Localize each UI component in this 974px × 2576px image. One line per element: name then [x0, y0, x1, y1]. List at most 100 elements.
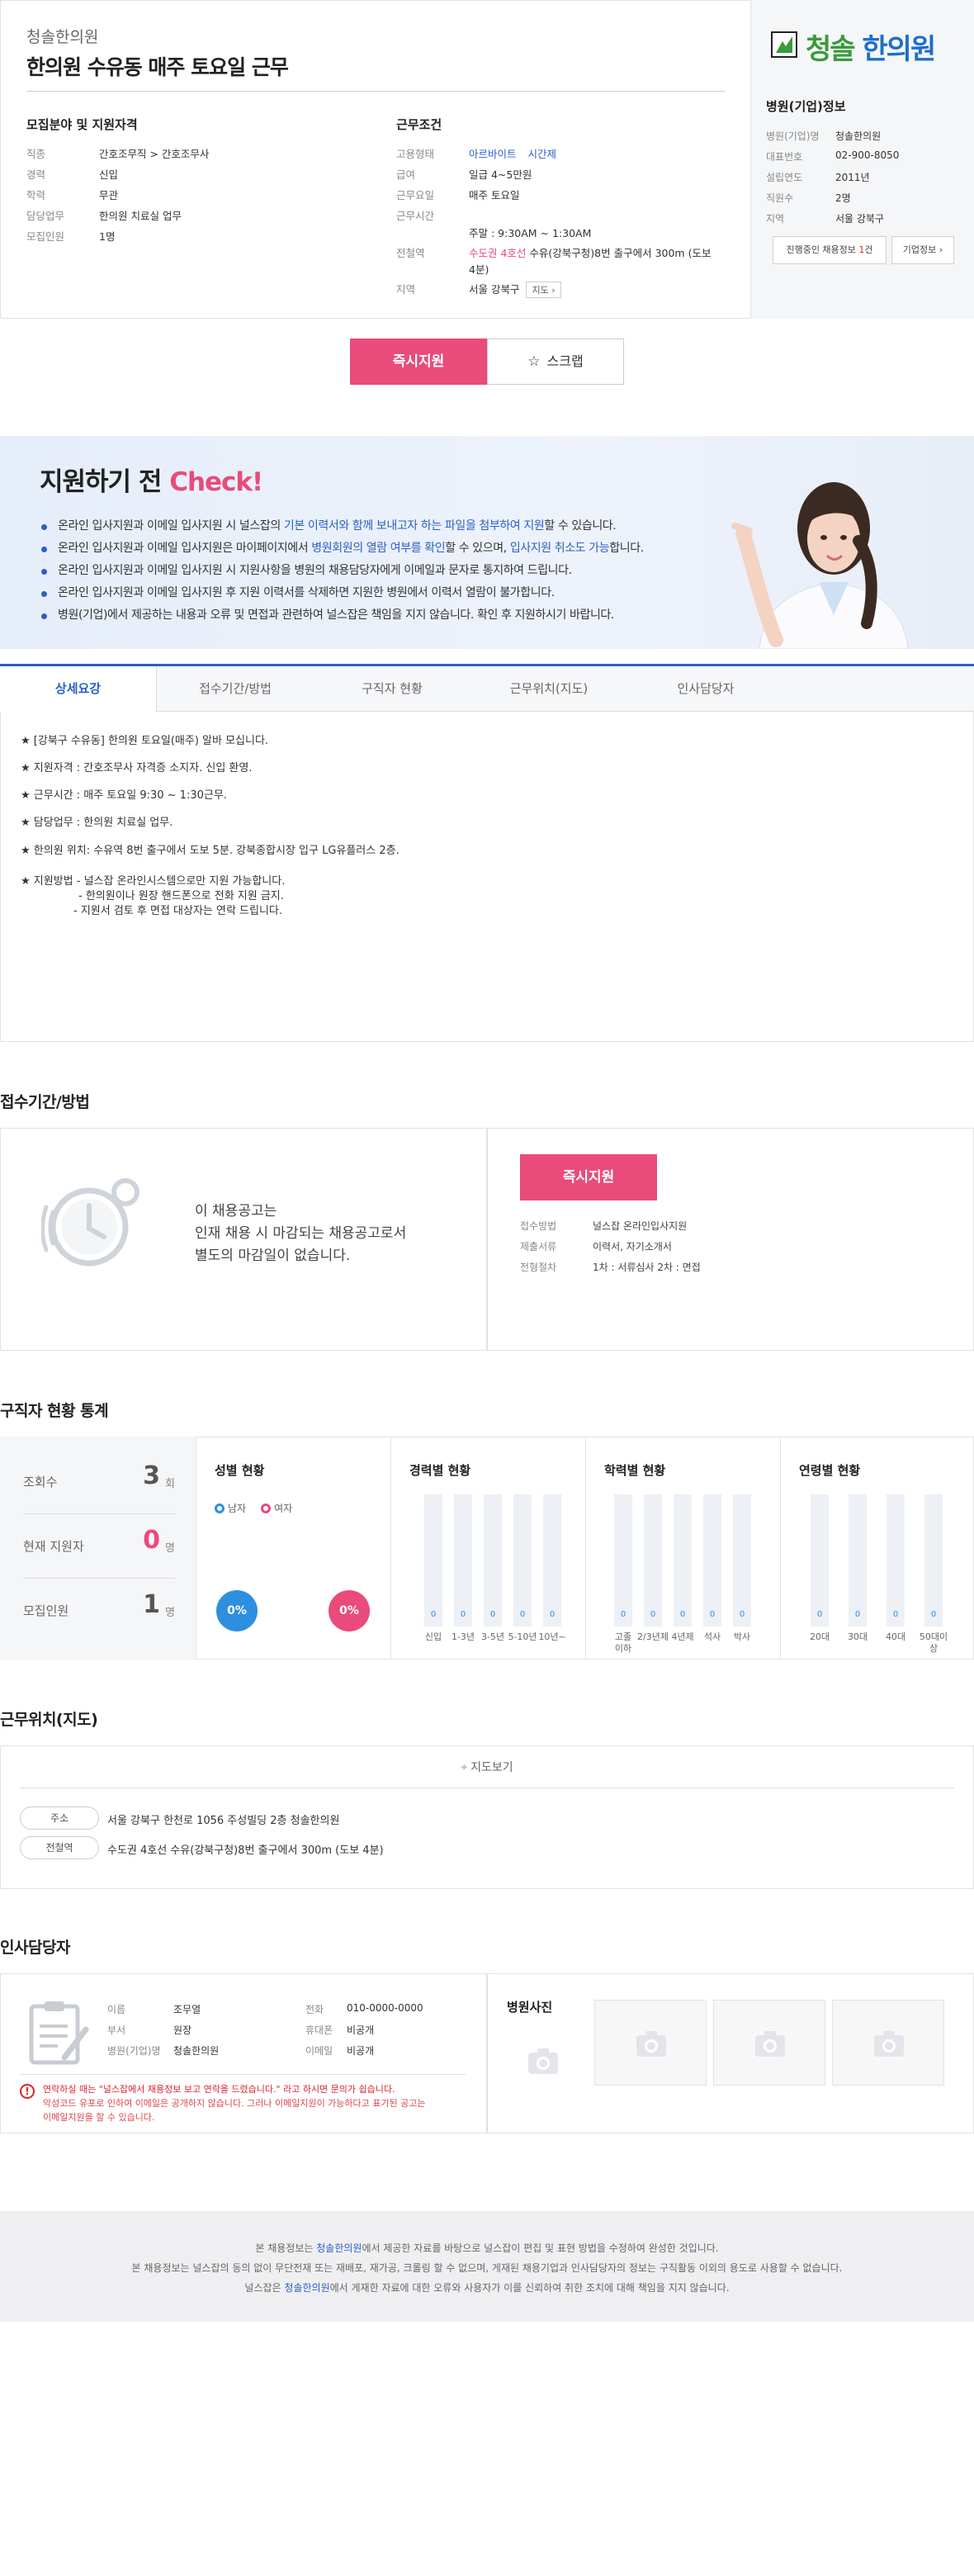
- hospital-row: 대표번호 02-900-8050: [766, 149, 900, 163]
- detail-line: ★ 담당업무 : 한의원 치료실 업무.: [21, 817, 173, 829]
- camera-icon: [636, 2031, 666, 2057]
- footer-line: 본 채용정보는 널스잡의 동의 없이 무단전재 또는 재배포, 재가공, 크롤링…: [131, 2262, 843, 2274]
- footer-disclaimer: 본 채용정보는 청솔한의원에서 제공한 자료를 바탕으로 널스잡이 편집 및 표…: [0, 2211, 974, 2322]
- contact-name-row: 이름 조무열: [107, 2004, 201, 2015]
- bar-track: [543, 1494, 561, 1627]
- bar-track: [644, 1494, 662, 1627]
- bar-value: 0: [816, 1610, 823, 1619]
- bar-track: [674, 1494, 692, 1627]
- bar-label: 30대: [847, 1631, 868, 1642]
- bar-value: 0: [709, 1610, 716, 1619]
- ongoing-jobs-button[interactable]: 진행중인 채용정보 1건: [773, 236, 887, 264]
- subway-value: 수도권 4호선 수유(강북구청)8번 출구에서 300m (도보: [469, 244, 711, 260]
- detail-line: ★ [강북구 수유동] 한의원 토요일(매주) 알바 모십니다.: [21, 735, 269, 747]
- bar-track: [924, 1494, 943, 1627]
- company-info-button[interactable]: 기업정보 ›: [891, 236, 954, 264]
- detail-content: ★ [강북구 수유동] 한의원 토요일(매주) 알바 모십니다. ★ 지원자격 …: [0, 712, 974, 1042]
- clipboard-icon: [29, 2001, 89, 2065]
- map-button-label: 지도: [532, 285, 549, 296]
- detail-line: ★ 근무시간 : 매주 토요일 9:30 ~ 1:30근무.: [21, 789, 227, 802]
- label: 급여: [396, 168, 416, 181]
- label: 경력: [26, 168, 46, 181]
- bar-track: [424, 1494, 442, 1627]
- label: 담당업무: [26, 210, 65, 222]
- bar-label: 석사: [703, 1631, 721, 1642]
- tab-contact[interactable]: 인사담당자: [627, 666, 784, 712]
- subway-value: 수도권 4호선 수유(강북구청)8번 출구에서 300m (도보 4분): [107, 1844, 384, 1857]
- stat-applicants: 현재 지원자 0 명: [23, 1514, 175, 1579]
- label: 근무요일: [396, 189, 435, 201]
- detail-line: - 한의원이나 원장 핸드폰으로 전화 지원 금지.: [78, 890, 284, 902]
- contact-phone-row: 전화 010-0000-0000: [305, 2002, 423, 2015]
- bar-track: [703, 1494, 721, 1627]
- employment-type: 시간제: [527, 148, 557, 160]
- hospital-heading: 병원(기업)정보: [766, 99, 846, 114]
- scrap-button[interactable]: ☆ 스크랩: [487, 339, 624, 385]
- bar-label: 20대: [809, 1631, 830, 1642]
- subway-detail: 수유(강북구청)8번 출구에서 300m (도보: [529, 247, 712, 259]
- male-percent: 0%: [216, 1590, 258, 1631]
- bar-label: 40대: [885, 1631, 906, 1642]
- logo-text: 청솔 한의원: [806, 33, 936, 66]
- label: 전철역: [396, 247, 425, 259]
- career-title: 경력별 현황: [409, 1463, 471, 1478]
- bar-track: [733, 1494, 751, 1627]
- education-title: 학력별 현황: [604, 1463, 666, 1478]
- area-text: 서울 강북구: [469, 283, 520, 296]
- map-pin-icon: ⌖: [461, 1761, 468, 1774]
- receipt-row: 접수방법 널스잡 온라인입사지원: [520, 1220, 688, 1232]
- conditions-list: 고용형태 아르바이트 시간제 급여 일급 4~5만원 근무요일 매주 토요일 근…: [396, 145, 743, 302]
- subway-tag: 전철역: [20, 1836, 99, 1859]
- label: 학력: [26, 189, 46, 201]
- label: 근무시간: [396, 210, 435, 222]
- gender-stats: 성별 현황 남자 여자 0% 0%: [196, 1437, 391, 1660]
- map-view-button[interactable]: ⌖ 지도보기: [0, 1759, 974, 1775]
- receipt-row: 전형절차 1차 : 서류심사 2차 : 면접: [520, 1262, 701, 1273]
- subway-detail-2: 4분): [469, 263, 489, 276]
- tab-receipt[interactable]: 접수기간/방법: [157, 666, 314, 712]
- bar-label: 4년제: [671, 1631, 694, 1642]
- contact-mobile-row: 휴대폰 비공개: [305, 2024, 375, 2036]
- address-tag: 주소: [20, 1807, 99, 1830]
- detail-line: ★ 지원자격 : 간호조무사 자격증 소지자. 신입 환영.: [21, 762, 253, 774]
- chevron-right-icon: ›: [939, 244, 943, 255]
- apply-now-button[interactable]: 즉시지원: [350, 339, 487, 385]
- check-item: 온라인 입사지원과 이메일 입사지원 시 널스잡의 기본 이력서와 함께 보내고…: [40, 515, 749, 537]
- photo-slot[interactable]: [832, 2000, 944, 2086]
- bar-value: 0: [892, 1610, 899, 1619]
- company-name[interactable]: 청솔한의원: [26, 25, 98, 47]
- stats-summary: 조회수 3 회 현재 지원자 0 명 모집인원 1 명: [0, 1437, 196, 1660]
- bar-value: 0: [620, 1610, 626, 1619]
- bar-label: 박사: [733, 1631, 751, 1642]
- stat-views: 조회수 3 회: [23, 1450, 175, 1514]
- photo-slot[interactable]: [594, 2000, 707, 2086]
- bar-track: [811, 1494, 829, 1627]
- camera-icon: [755, 2031, 785, 2057]
- gender-legend: 남자 여자: [215, 1501, 292, 1515]
- contact-notice: 연락하실 때는 "널스잡에서 채용정보 보고 연락을 드렸습니다." 라고 하시…: [43, 2084, 426, 2123]
- detail-tabs: 상세요강 접수기간/방법 구직자 현황 근무위치(지도) 인사담당자: [0, 664, 974, 712]
- stat-recruit: 모집인원 1 명: [23, 1590, 175, 1619]
- tab-location[interactable]: 근무위치(지도): [470, 666, 627, 712]
- receipt-title: 접수기간/방법: [0, 1093, 90, 1111]
- gender-title: 성별 현황: [215, 1463, 265, 1478]
- receipt-message: 이 채용공고는 인재 채용 시 마감되는 채용공고로서 별도의 마감일이 없습니…: [195, 1203, 407, 1264]
- career-stats: 경력별 현황 0 신입 0 1-3년 0 3-5년 0 5-10년 0 10년~: [391, 1437, 586, 1660]
- label: 모집인원: [26, 230, 65, 243]
- bar-value: 0: [549, 1610, 556, 1619]
- receipt-apply-button[interactable]: 즉시지원: [520, 1154, 657, 1200]
- photos-title: 병원사진: [507, 2000, 553, 2015]
- tab-applicants[interactable]: 구직자 현황: [314, 666, 470, 712]
- photo-slot[interactable]: [713, 2000, 825, 2086]
- bar-label: 50대이상: [919, 1631, 948, 1654]
- time-value: 주말 : 9:30AM ~ 1:30AM: [469, 227, 592, 239]
- value: 한의원 치료실 업무: [99, 210, 182, 222]
- check-list: 온라인 입사지원과 이메일 입사지원 시 널스잡의 기본 이력서와 함께 보내고…: [40, 515, 749, 627]
- qualification-heading: 모집분야 및 지원자격: [26, 117, 138, 132]
- bar-value: 0: [460, 1610, 466, 1619]
- tab-detail[interactable]: 상세요강: [0, 666, 157, 712]
- map-button[interactable]: 지도 ›: [526, 282, 561, 298]
- age-title: 연령별 현황: [799, 1463, 861, 1478]
- location-title: 근무위치(지도): [0, 1711, 98, 1729]
- hospital-row: 지역 서울 강북구: [766, 213, 885, 225]
